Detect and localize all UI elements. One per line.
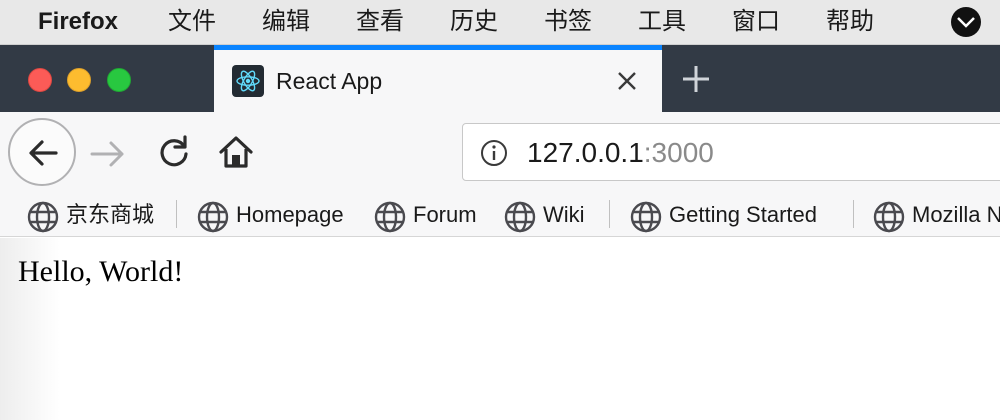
- menu-view[interactable]: 查看: [356, 6, 404, 38]
- home-icon[interactable]: [216, 132, 256, 172]
- bookmark-label: Mozilla N: [912, 202, 1000, 227]
- bookmark-label: Getting Started: [669, 202, 817, 227]
- tab-title: React App: [276, 68, 383, 94]
- globe-icon: [873, 201, 905, 233]
- menu-history[interactable]: 历史: [450, 6, 498, 38]
- bookmark-label: Wiki: [543, 202, 585, 227]
- status-menu-icon[interactable]: [950, 6, 982, 38]
- url-bar[interactable]: 127.0.0.1:3000: [462, 123, 1000, 181]
- url-text[interactable]: 127.0.0.1:3000: [527, 137, 714, 169]
- new-tab-plus-icon[interactable]: [680, 60, 712, 98]
- window-maximize-button[interactable]: [107, 68, 131, 92]
- globe-icon: [504, 201, 536, 233]
- globe-icon: [27, 201, 59, 233]
- forward-arrow-icon[interactable]: [88, 134, 128, 174]
- menu-help[interactable]: 帮助: [826, 6, 874, 38]
- menu-file[interactable]: 文件: [168, 6, 216, 38]
- window-minimize-button[interactable]: [67, 68, 91, 92]
- url-host: 127.0.0.1: [527, 137, 644, 168]
- navigation-toolbar: 127.0.0.1:3000: [0, 112, 1000, 194]
- sidebar-edge-shadow: [0, 238, 60, 420]
- menu-edit[interactable]: 编辑: [262, 6, 310, 38]
- info-icon[interactable]: [479, 138, 509, 168]
- back-arrow-icon: [29, 140, 58, 166]
- bookmark-label: 京东商城: [66, 202, 155, 227]
- bookmark-separator: [853, 200, 854, 228]
- bookmark-label: Homepage: [236, 202, 344, 227]
- menu-bookmarks[interactable]: 书签: [544, 6, 592, 38]
- bookmark-separator: [176, 200, 177, 228]
- bookmark-separator: [609, 200, 610, 228]
- globe-icon: [630, 201, 662, 233]
- react-logo-icon: [232, 65, 264, 97]
- reload-icon[interactable]: [154, 132, 194, 172]
- globe-icon: [374, 201, 406, 233]
- close-icon[interactable]: [614, 68, 640, 94]
- macos-menu-bar: Firefox 文件 编辑 查看 历史 书签 工具 窗口 帮助: [0, 0, 1000, 45]
- globe-icon: [197, 201, 229, 233]
- back-button[interactable]: [8, 118, 76, 186]
- tab-react-app[interactable]: React App: [214, 45, 662, 112]
- menu-app-firefox[interactable]: Firefox: [38, 6, 118, 38]
- menu-tools[interactable]: 工具: [638, 6, 686, 38]
- url-port: :3000: [643, 137, 714, 168]
- page-content: Hello, World!: [0, 238, 1000, 420]
- window-close-button[interactable]: [28, 68, 52, 92]
- bookmarks-toolbar: 京东商城 Homepage Forum Wiki Getting Started…: [0, 194, 1000, 237]
- menu-window[interactable]: 窗口: [732, 6, 780, 38]
- bookmark-label: Forum: [413, 202, 477, 227]
